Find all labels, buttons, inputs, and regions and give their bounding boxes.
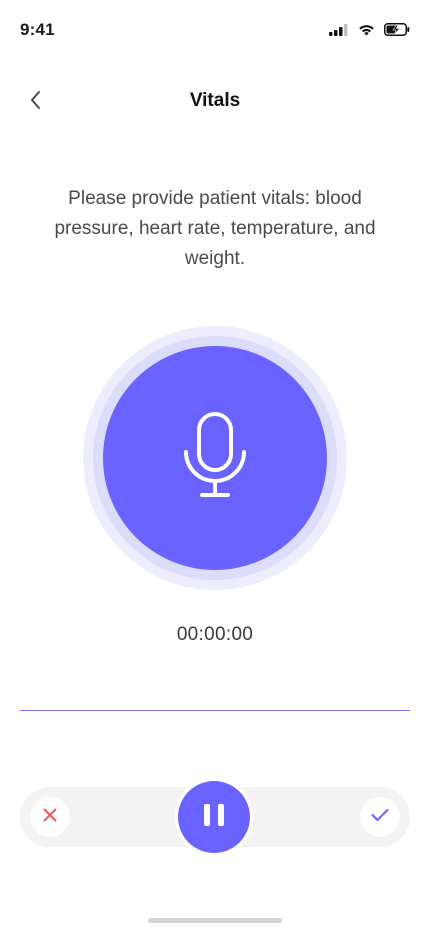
status-icons bbox=[329, 23, 410, 41]
recording-timer: 00:00:00 bbox=[176, 624, 254, 645]
wifi-icon bbox=[358, 23, 375, 41]
divider bbox=[20, 710, 410, 711]
page-title: Vitals bbox=[189, 90, 241, 111]
checkmark-icon bbox=[371, 808, 389, 827]
nav-header: Vitals bbox=[0, 80, 430, 124]
prompt-text: Please provide patient vitals: blood pre… bbox=[54, 188, 376, 269]
home-indicator bbox=[148, 918, 282, 923]
close-icon bbox=[43, 808, 57, 827]
cancel-button[interactable] bbox=[30, 797, 70, 837]
cellular-signal-icon bbox=[329, 23, 349, 41]
status-bar: 9:41 bbox=[0, 0, 430, 60]
battery-charging-icon bbox=[384, 23, 410, 41]
pause-icon bbox=[203, 803, 225, 832]
confirm-button[interactable] bbox=[360, 797, 400, 837]
record-button[interactable] bbox=[103, 346, 327, 570]
recording-controls bbox=[20, 781, 410, 853]
microphone-icon bbox=[183, 411, 247, 505]
status-time: 9:41 bbox=[20, 20, 55, 39]
pause-button[interactable] bbox=[178, 781, 250, 853]
